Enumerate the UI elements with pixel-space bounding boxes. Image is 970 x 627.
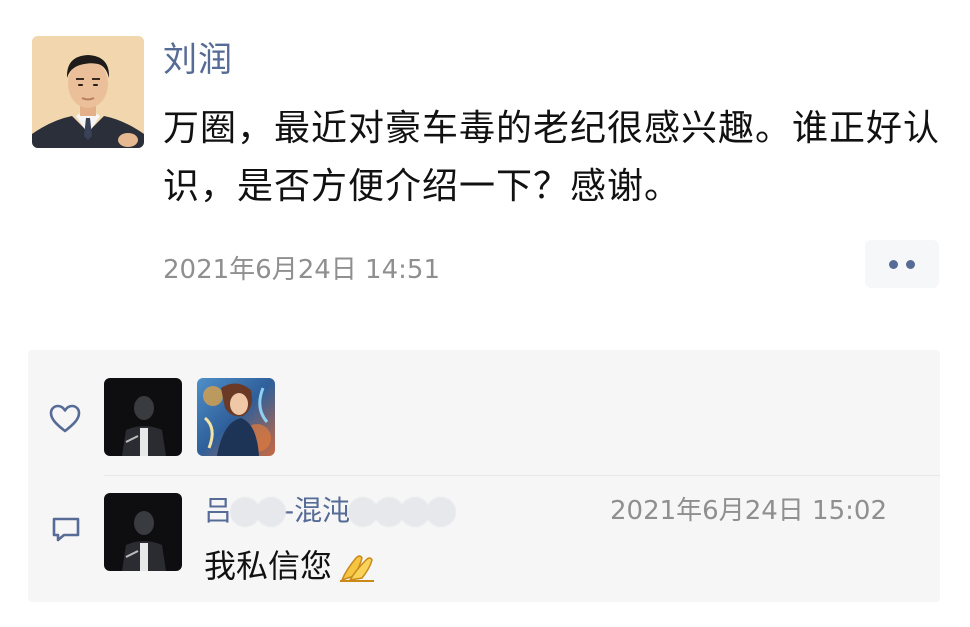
blurred-name-mask bbox=[426, 497, 457, 527]
blurred-name-mask bbox=[256, 497, 287, 527]
comment-author-part2: -混沌 bbox=[284, 494, 351, 527]
avatar-painted-portrait bbox=[197, 378, 275, 456]
heart-icon bbox=[49, 404, 81, 433]
liker-avatar[interactable] bbox=[104, 378, 182, 456]
more-dot-icon bbox=[906, 259, 915, 269]
avatar-portrait bbox=[32, 36, 144, 148]
avatar-dark-portrait bbox=[104, 378, 182, 456]
comment-text: 我私信您 bbox=[204, 542, 378, 590]
panel-divider bbox=[104, 475, 940, 476]
avatar-dark-portrait bbox=[104, 493, 182, 571]
comment-author-part1: 吕 bbox=[204, 494, 233, 527]
more-dot-icon bbox=[889, 259, 898, 269]
comment-icon bbox=[52, 517, 80, 542]
comment-body: 我私信您 bbox=[204, 547, 333, 585]
more-actions-button[interactable] bbox=[865, 240, 939, 288]
pray-icon bbox=[340, 555, 375, 582]
post-timestamp: 2021年6月24日 14:51 bbox=[163, 255, 440, 285]
post-text: 万圈，最近对豪车毒的老纪很感兴趣。谁正好认识，是否方便介绍一下？感谢。 bbox=[163, 108, 941, 207]
post-author-name[interactable]: 刘润 bbox=[163, 34, 233, 86]
commenter-avatar[interactable] bbox=[104, 493, 182, 571]
comment-timestamp: 2021年6月24日 15:02 bbox=[610, 496, 887, 526]
comment-author-name[interactable]: 吕 -混沌 bbox=[204, 490, 457, 532]
liker-avatar[interactable] bbox=[197, 378, 275, 456]
post-author-avatar[interactable] bbox=[32, 36, 144, 148]
